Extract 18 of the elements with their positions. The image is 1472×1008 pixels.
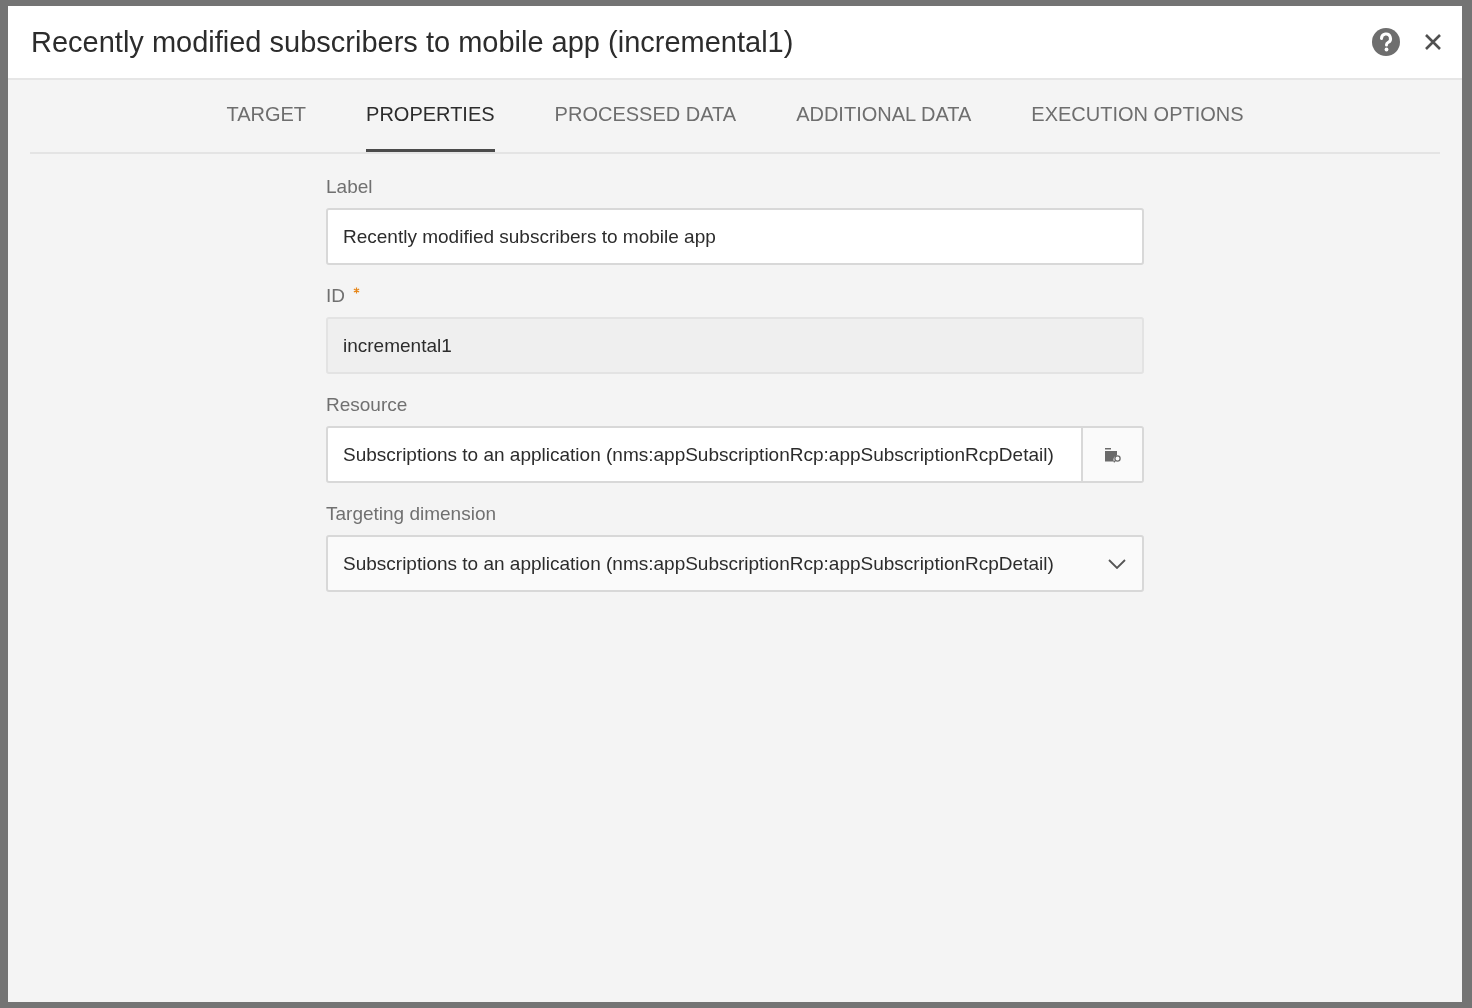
chevron-down-icon: [1108, 558, 1126, 569]
dropdown[interactable]: Subscriptions to an application (nms:appSubscriptionRcp:appSubscriptionRcpDetail): [326, 535, 1144, 592]
input-field[interactable]: Recently modified subscribers to mobile app: [326, 208, 1144, 265]
folder-search-icon: [1103, 446, 1122, 463]
help-icon[interactable]: [1372, 28, 1400, 56]
field-label: Resource: [326, 394, 408, 416]
field-label: Targeting dimension: [326, 503, 497, 525]
close-icon[interactable]: [1424, 33, 1442, 51]
input-field[interactable]: Subscriptions to an application (nms:appSubscriptionRcp:appSubscriptionRcpDetail): [326, 426, 1083, 483]
tab[interactable]: ADDITIONAL DATA: [796, 80, 972, 152]
browse-button[interactable]: [1083, 426, 1144, 483]
field-label: ID: [326, 285, 345, 307]
field-label: Label: [326, 176, 373, 198]
dialog-title: Recently modified subscribers to mobile app (incremental1): [31, 25, 795, 59]
tab[interactable]: TARGET: [226, 80, 307, 152]
tab[interactable]: PROCESSED DATA: [554, 80, 737, 152]
tab[interactable]: PROPERTIES: [366, 80, 495, 152]
tab[interactable]: EXECUTION OPTIONS: [1031, 80, 1244, 152]
